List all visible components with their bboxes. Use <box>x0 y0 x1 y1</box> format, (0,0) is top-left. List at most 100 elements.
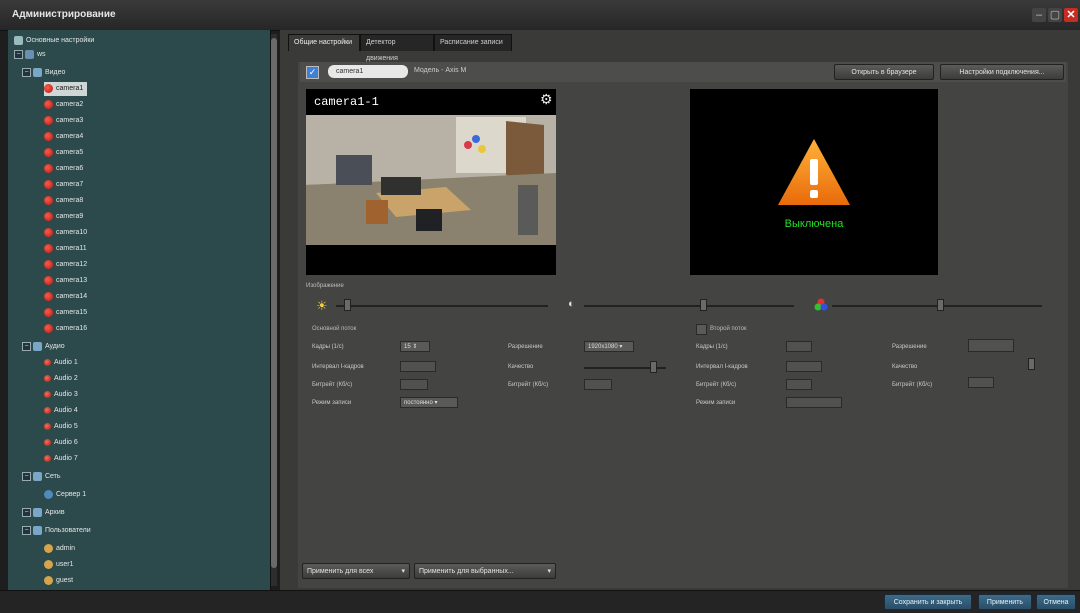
tree-item-видео[interactable]: − Видео <box>22 66 65 80</box>
tree-item-label: camera15 <box>56 309 88 316</box>
tree-item-camera11[interactable]: camera11 <box>44 242 87 256</box>
wrench-icon <box>14 35 23 45</box>
apply-button[interactable]: Применить <box>978 594 1032 610</box>
tree-item-camera14[interactable]: camera14 <box>44 290 87 304</box>
primary-mode-dropdown[interactable]: постоянно ▾ <box>400 397 458 408</box>
tree-item-admin[interactable]: admin <box>44 542 75 556</box>
camera-scene-image <box>306 115 556 245</box>
primary-quality-slider-handle[interactable] <box>650 361 657 373</box>
primary-bitrate2-field[interactable] <box>584 379 612 390</box>
contrast-slider[interactable] <box>584 305 794 307</box>
tree-item-audio-2[interactable]: Audio 2 <box>44 372 78 386</box>
brightness-slider[interactable] <box>336 305 548 307</box>
apply-selected-button[interactable]: Применить для выбранных... ▾ <box>414 563 556 579</box>
tree-item-ws[interactable]: − ws <box>14 48 46 62</box>
maximize-button[interactable]: ▢ <box>1048 8 1062 22</box>
primary-stream-label: Основной поток <box>312 326 357 332</box>
tree-item-audio-4[interactable]: Audio 4 <box>44 404 78 418</box>
folder-icon <box>32 67 42 77</box>
apply-all-button[interactable]: Применить для всех ▾ <box>302 563 410 579</box>
tree-item-camera13[interactable]: camera13 <box>44 274 87 288</box>
tree-item-camera6[interactable]: camera6 <box>44 162 83 176</box>
secondary-stream-label: Второй поток <box>710 326 747 332</box>
tree-item-camera7[interactable]: camera7 <box>44 178 83 192</box>
camera-preview[interactable]: camera1-1 ⚙ <box>306 89 556 275</box>
tree-item-camera16[interactable]: camera16 <box>44 322 87 336</box>
primary-keyframe-field[interactable] <box>400 361 436 372</box>
device-enabled-checkbox[interactable]: ✓ <box>306 66 319 79</box>
tree-item-camera4[interactable]: camera4 <box>44 130 83 144</box>
tree-scrollbar-thumb[interactable] <box>271 38 277 568</box>
camera-icon <box>44 291 53 301</box>
tree-item-camera8[interactable]: camera8 <box>44 194 83 208</box>
expand-toggle-icon[interactable]: − <box>22 341 31 351</box>
tab-motion-detector[interactable]: Детектор движения <box>360 34 434 62</box>
camera-icon <box>44 227 53 237</box>
primary-fps-field[interactable]: 15 ⇕ <box>400 341 430 352</box>
tree-item-label: Audio 2 <box>54 375 78 382</box>
tree-item-camera15[interactable]: camera15 <box>44 306 87 320</box>
secondary-bitrate2-field[interactable] <box>968 377 994 388</box>
gear-icon[interactable]: ⚙ <box>540 91 553 108</box>
secondary-stream-checkbox[interactable] <box>696 324 707 335</box>
tab-record-schedule[interactable]: Расписание записи <box>434 34 512 51</box>
tree-item-audio-3[interactable]: Audio 3 <box>44 388 78 402</box>
primary-resolution-dropdown[interactable]: 1920x1080 ▾ <box>584 341 634 352</box>
tab-general[interactable]: Общие настройки <box>288 34 360 51</box>
tree-item-audio-5[interactable]: Audio 5 <box>44 420 78 434</box>
tree-item-camera3[interactable]: camera3 <box>44 114 83 128</box>
tree-item-label: Сеть <box>44 473 61 480</box>
contrast-slider-handle[interactable] <box>700 299 707 311</box>
tree-item-guest[interactable]: guest <box>44 574 73 588</box>
tree-item-label: Audio 1 <box>54 359 78 366</box>
title-bar: Администрирование – ▢ ✕ <box>0 0 1080 31</box>
secondary-bitrate-field[interactable] <box>786 379 812 390</box>
tree-item-camera10[interactable]: camera10 <box>44 226 87 240</box>
minimize-button[interactable]: – <box>1032 8 1046 22</box>
device-tree: Основные настройки − ws − Видео camera1 came… <box>8 30 271 590</box>
expand-toggle-icon[interactable]: − <box>14 49 23 59</box>
expand-toggle-icon[interactable]: − <box>22 67 31 77</box>
tree-item-audio-7[interactable]: Audio 7 <box>44 452 78 466</box>
tree-item-сеть[interactable]: − Сеть <box>22 470 61 484</box>
tree-item-сервер-1[interactable]: Сервер 1 <box>44 488 86 502</box>
saturation-slider-handle[interactable] <box>937 299 944 311</box>
secondary-keyframe-field[interactable] <box>786 361 822 372</box>
tree-item-label: guest <box>56 577 74 584</box>
tree-scrollbar[interactable] <box>271 34 277 586</box>
secondary-mode-field[interactable] <box>786 397 842 408</box>
tree-item-архив[interactable]: − Архив <box>22 506 65 520</box>
open-in-browser-button[interactable]: Открыть в браузере <box>834 64 934 80</box>
network-icon <box>32 471 42 481</box>
expand-toggle-icon[interactable]: − <box>22 471 31 481</box>
camera-icon <box>44 211 53 221</box>
brightness-slider-handle[interactable] <box>344 299 351 311</box>
close-button[interactable]: ✕ <box>1064 8 1078 22</box>
device-name-input[interactable]: camera1 <box>328 65 408 78</box>
tree-item-audio-6[interactable]: Audio 6 <box>44 436 78 450</box>
save-close-button[interactable]: Сохранить и закрыть <box>884 594 972 610</box>
tree-item-user1[interactable]: user1 <box>44 558 74 572</box>
expand-toggle-icon[interactable]: − <box>22 525 31 535</box>
tree-item-label: admin <box>56 545 76 552</box>
expand-toggle-icon[interactable]: − <box>22 507 31 517</box>
camera-offline-view: Выключена <box>690 89 938 275</box>
tree-item-camera5[interactable]: camera5 <box>44 146 83 160</box>
tree-item-camera9[interactable]: camera9 <box>44 210 83 224</box>
tree-item-camera12[interactable]: camera12 <box>44 258 87 272</box>
tree-item-camera1[interactable]: camera1 <box>44 82 88 96</box>
tree-item-audio-1[interactable]: Audio 1 <box>44 356 78 370</box>
user-icon <box>44 559 53 569</box>
tree-item-основные-настройки[interactable]: Основные настройки <box>14 34 94 48</box>
connection-settings-button[interactable]: Настройки подключения... <box>940 64 1064 80</box>
secondary-fps-field[interactable] <box>786 341 812 352</box>
tree-item-camera2[interactable]: camera2 <box>44 98 83 112</box>
secondary-resolution-field[interactable] <box>968 339 1014 352</box>
tree-item-label: camera7 <box>56 181 84 188</box>
cancel-button[interactable]: Отмена <box>1036 594 1076 610</box>
tree-item-пользователи[interactable]: − Пользователи <box>22 524 91 538</box>
camera-icon <box>44 99 53 109</box>
secondary-quality-slider-handle[interactable] <box>1028 358 1035 370</box>
tree-item-аудио[interactable]: − Аудио <box>22 340 65 354</box>
primary-bitrate-field[interactable] <box>400 379 428 390</box>
